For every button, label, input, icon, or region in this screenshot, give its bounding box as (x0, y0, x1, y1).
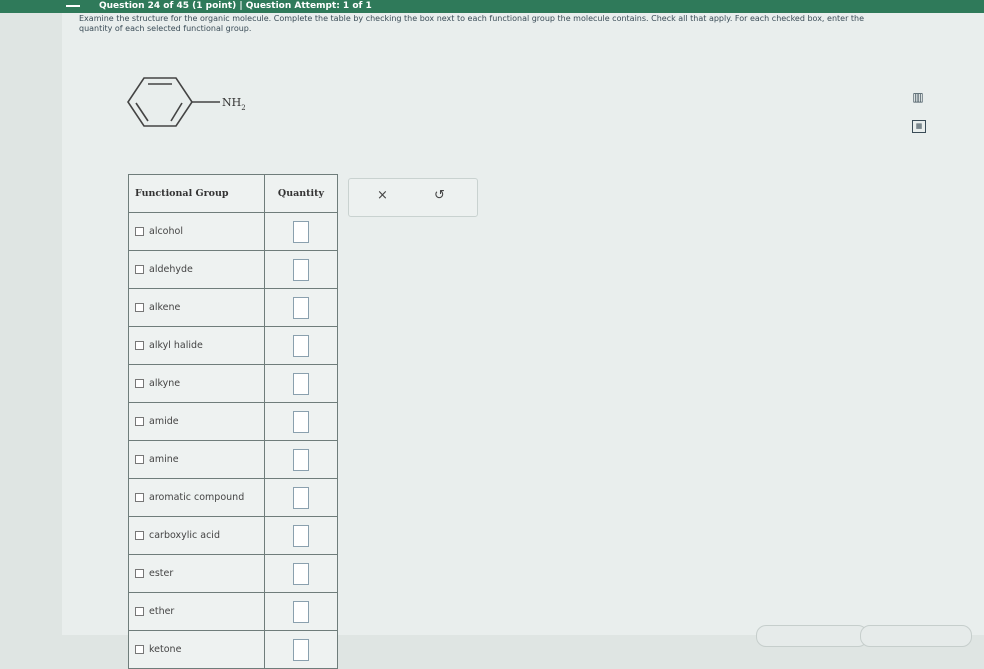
table-row: alkyne (128, 364, 338, 403)
quantity-input[interactable] (293, 410, 309, 433)
clear-button[interactable]: × (377, 188, 388, 203)
functional-group-label: aldehyde (149, 264, 193, 275)
functional-group-cell: alkene (128, 288, 265, 327)
quantity-input[interactable] (293, 638, 309, 661)
functional-group-checkbox[interactable] (135, 303, 144, 312)
functional-group-cell: ester (128, 554, 265, 593)
calculator-icon[interactable]: ▦ (912, 120, 926, 133)
functional-group-table: Functional Group Quantity alcohol aldehyd… (128, 174, 338, 669)
quantity-input[interactable] (293, 220, 309, 243)
benzene-ring (127, 77, 193, 127)
functional-group-cell: aromatic compound (128, 478, 265, 517)
quantity-cell (264, 592, 338, 631)
functional-group-checkbox[interactable] (135, 417, 144, 426)
quantity-cell (264, 212, 338, 251)
functional-group-label: amide (149, 416, 179, 427)
quantity-cell (264, 478, 338, 517)
functional-group-label: ester (149, 568, 174, 579)
quantity-input[interactable] (293, 600, 309, 623)
functional-group-checkbox[interactable] (135, 645, 144, 654)
molecule-structure: NH2 (120, 74, 280, 148)
table-row: carboxylic acid (128, 516, 338, 555)
quantity-cell (264, 630, 338, 669)
table-row: amine (128, 440, 338, 479)
functional-group-label: amine (149, 454, 179, 465)
functional-group-cell: alcohol (128, 212, 265, 251)
quantity-input[interactable] (293, 524, 309, 547)
functional-group-cell: ketone (128, 630, 265, 669)
quantity-cell (264, 554, 338, 593)
quantity-cell (264, 364, 338, 403)
table-row: ketone (128, 630, 338, 669)
quantity-input[interactable] (293, 562, 309, 585)
functional-group-cell: carboxylic acid (128, 516, 265, 555)
question-header-bar: Question 24 of 45 (1 point) | Question A… (0, 0, 984, 13)
functional-group-label: ether (149, 606, 175, 617)
functional-group-cell: alkyl halide (128, 326, 265, 365)
functional-group-label: ketone (149, 644, 182, 655)
answer-tools: × ↺ (348, 178, 478, 217)
table-row: alcohol (128, 212, 338, 251)
functional-group-checkbox[interactable] (135, 227, 144, 236)
functional-group-checkbox[interactable] (135, 569, 144, 578)
quantity-cell (264, 440, 338, 479)
functional-group-cell: ether (128, 592, 265, 631)
table-row: aromatic compound (128, 478, 338, 517)
quantity-cell (264, 288, 338, 327)
table-row: ester (128, 554, 338, 593)
functional-group-cell: amide (128, 402, 265, 441)
side-tools: ▥ ▦ (909, 90, 927, 133)
functional-group-checkbox[interactable] (135, 265, 144, 274)
table-row: alkene (128, 288, 338, 327)
table-row: aldehyde (128, 250, 338, 289)
functional-group-checkbox[interactable] (135, 455, 144, 464)
functional-group-cell: alkyne (128, 364, 265, 403)
nh2-label: NH2 (222, 96, 246, 112)
functional-group-checkbox[interactable] (135, 341, 144, 350)
question-info: Question 24 of 45 (1 point) | Question A… (99, 1, 372, 11)
quantity-input[interactable] (293, 258, 309, 281)
column-header-functional-group: Functional Group (128, 174, 265, 213)
bottom-button-right[interactable] (860, 625, 972, 647)
quantity-input[interactable] (293, 296, 309, 319)
functional-group-checkbox[interactable] (135, 531, 144, 540)
functional-group-label: alkyl halide (149, 340, 203, 351)
quantity-input[interactable] (293, 448, 309, 471)
functional-group-checkbox[interactable] (135, 493, 144, 502)
quantity-cell (264, 250, 338, 289)
quantity-cell (264, 402, 338, 441)
quantity-cell (264, 516, 338, 555)
bottom-button-left[interactable] (756, 625, 868, 647)
functional-group-checkbox[interactable] (135, 379, 144, 388)
table-row: amide (128, 402, 338, 441)
functional-group-cell: aldehyde (128, 250, 265, 289)
functional-group-label: carboxylic acid (149, 530, 220, 541)
column-header-quantity: Quantity (264, 174, 338, 213)
menu-icon[interactable] (66, 5, 80, 7)
quantity-cell (264, 326, 338, 365)
double-bond-3 (135, 102, 149, 122)
functional-group-label: alkene (149, 302, 181, 313)
quantity-input[interactable] (293, 372, 309, 395)
table-row: alkyl halide (128, 326, 338, 365)
question-instructions: Examine the structure for the organic mo… (79, 14, 865, 33)
undo-button[interactable]: ↺ (434, 188, 445, 203)
table-row: ether (128, 592, 338, 631)
functional-group-checkbox[interactable] (135, 607, 144, 616)
quantity-input[interactable] (293, 486, 309, 509)
functional-group-table-wrap: Functional Group Quantity alcohol aldehyd… (128, 174, 338, 669)
functional-group-label: alkyne (149, 378, 181, 389)
functional-group-cell: amine (128, 440, 265, 479)
quantity-input[interactable] (293, 334, 309, 357)
functional-group-label: aromatic compound (149, 492, 245, 503)
bar-chart-icon[interactable]: ▥ (909, 90, 927, 108)
functional-group-label: alcohol (149, 226, 183, 237)
